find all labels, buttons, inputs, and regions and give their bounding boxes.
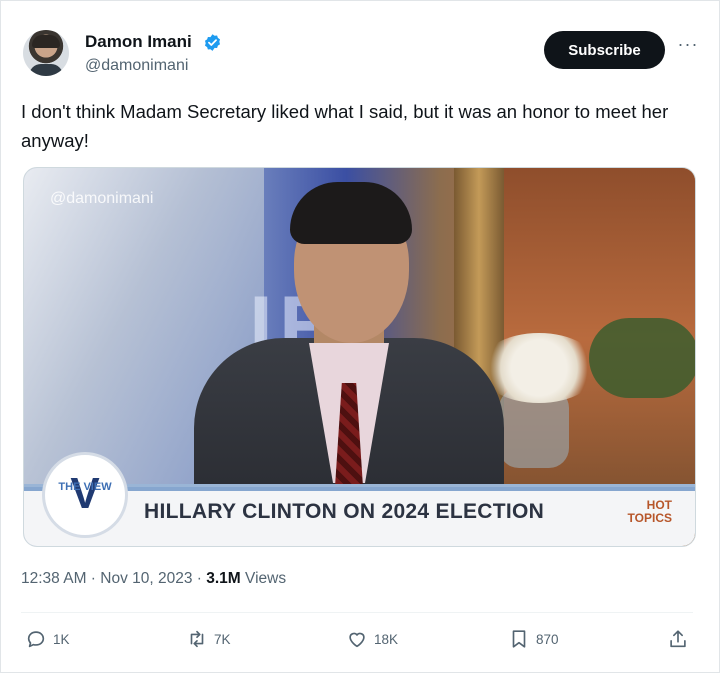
bookmark-button[interactable]: 870 [508, 627, 559, 651]
avatar[interactable] [23, 30, 69, 76]
guest-hair [290, 182, 412, 244]
bookmark-icon [512, 630, 526, 648]
tweet-card: Damon Imani @damonimani Subscribe ··· I … [0, 0, 720, 673]
more-icon[interactable]: ··· [675, 35, 701, 59]
like-button[interactable]: 18K [346, 627, 398, 651]
avatar-hair [32, 35, 60, 48]
action-bar: 1K 7K 18K 870 [21, 621, 693, 657]
tweet-text: I don't think Madam Secretary liked what… [21, 101, 669, 151]
reply-count: 1K [53, 631, 70, 647]
reply-button[interactable]: 1K [25, 627, 70, 651]
reply-icon [27, 631, 45, 648]
studio-plant [589, 318, 695, 398]
views-count: 3.1M [206, 570, 241, 587]
show-logo: V THE VIEW [42, 452, 128, 538]
share-icon [670, 630, 686, 648]
author-display-name[interactable]: Damon Imani [85, 32, 192, 52]
repost-button[interactable]: 7K [186, 627, 231, 651]
show-logo-letter: V [70, 469, 100, 518]
subscribe-button[interactable]: Subscribe [544, 31, 665, 69]
share-button[interactable] [667, 627, 689, 651]
lower-third-headline: HILLARY CLINTON ON 2024 ELECTION [144, 500, 545, 523]
author-handle[interactable]: @damonimani [85, 57, 188, 75]
segment-badge: HOT TOPICS [612, 499, 672, 525]
tweet-timestamp[interactable]: 12:38 AM · Nov 10, 2023 · [21, 570, 206, 587]
repost-icon [190, 630, 204, 648]
avatar-shirt [29, 64, 63, 76]
show-logo-text: THE VIEW [58, 481, 112, 493]
segment-badge-line2: TOPICS [627, 511, 672, 525]
divider [21, 612, 693, 613]
verified-badge-icon [204, 34, 221, 51]
video-watermark: @damonimani [50, 190, 154, 207]
repost-count: 7K [214, 631, 231, 647]
tweet-video-thumbnail[interactable]: IE @damonimani HILLARY CLINTON ON 2024 E… [23, 167, 696, 547]
bookmark-count: 870 [536, 631, 559, 647]
like-icon [349, 632, 365, 648]
tweet-meta: 12:38 AM · Nov 10, 2023 · 3.1M Views [21, 570, 286, 588]
like-count: 18K [374, 631, 399, 647]
views-label: Views [245, 570, 287, 587]
